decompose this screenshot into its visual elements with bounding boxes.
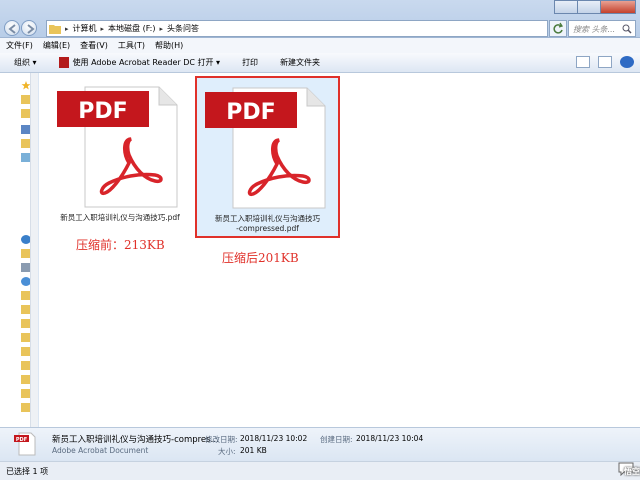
annotation-before: 压缩前：213KB xyxy=(76,238,165,252)
title-bar: ▸ 计算机 ▸ 本地磁盘 (F:) ▸ 头条问答 搜索 头条... xyxy=(0,0,640,38)
forward-button[interactable] xyxy=(21,20,37,36)
size-label: 大小: xyxy=(218,447,236,456)
modified-value: 2018/11/23 10:02 xyxy=(240,434,308,443)
help-icon[interactable] xyxy=(620,56,634,68)
file-list: PDF 新员工入职培训礼仪与沟通技巧.pdf PDF 新员工入职培训礼仪与沟通技… xyxy=(39,73,640,427)
window-controls xyxy=(554,0,636,14)
breadcrumb-computer[interactable]: 计算机 xyxy=(73,23,97,34)
forward-arrow-icon xyxy=(27,24,35,34)
preview-pane-button[interactable] xyxy=(598,56,612,68)
details-file-type: Adobe Acrobat Document xyxy=(52,446,149,455)
refresh-button[interactable] xyxy=(549,20,567,37)
print-button[interactable]: 打印 xyxy=(242,57,258,68)
created-label: 创建日期: xyxy=(320,435,353,444)
organize-button[interactable]: 组织 ▾ xyxy=(14,57,37,68)
watermark-text: 悟空问答 xyxy=(624,467,640,476)
annotation-after: 压缩后201KB xyxy=(222,251,299,265)
details-file-name: 新员工入职培训礼仪与沟通技巧-compres... xyxy=(52,435,219,445)
navigation-scrollbar[interactable] xyxy=(30,73,38,427)
menu-bar: 文件(F) 编辑(E) 查看(V) 工具(T) 帮助(H) xyxy=(0,38,640,53)
selection-count: 已选择 1 项 xyxy=(6,467,49,476)
created-value: 2018/11/23 10:04 xyxy=(356,434,424,443)
new-folder-label: 新建文件夹 xyxy=(280,58,321,67)
chevron-right-icon: ▸ xyxy=(100,24,105,33)
search-input[interactable]: 搜索 头条... xyxy=(568,20,636,37)
back-button[interactable] xyxy=(4,20,20,36)
watermark: 悟空问答 xyxy=(618,462,640,476)
menu-view[interactable]: 查看(V) xyxy=(80,40,108,51)
command-bar: 组织 ▾ 使用 Adobe Acrobat Reader DC 打开 ▾ 打印 … xyxy=(0,53,640,73)
address-bar[interactable]: ▸ 计算机 ▸ 本地磁盘 (F:) ▸ 头条问答 xyxy=(46,20,548,37)
svg-text:PDF: PDF xyxy=(226,100,275,125)
file-item-selected[interactable]: PDF 新员工入职培训礼仪与沟通技巧 -compressed.pdf xyxy=(195,76,340,238)
folder-icon xyxy=(49,24,61,34)
menu-help[interactable]: 帮助(H) xyxy=(155,40,183,51)
svg-text:PDF: PDF xyxy=(78,99,127,124)
pdf-file-icon: PDF xyxy=(57,86,178,208)
print-label: 打印 xyxy=(242,58,259,67)
chevron-right-icon: ▸ xyxy=(159,24,164,33)
status-bar: 已选择 1 项 悟空问答 xyxy=(0,461,640,480)
back-arrow-icon xyxy=(8,24,16,34)
pdf-file-icon: PDF xyxy=(204,87,325,209)
breadcrumb-drive[interactable]: 本地磁盘 (F:) xyxy=(108,23,155,34)
open-with-button[interactable]: 使用 Adobe Acrobat Reader DC 打开 ▾ xyxy=(58,57,221,68)
acrobat-icon xyxy=(58,57,69,68)
file-name: 新员工入职培训礼仪与沟通技巧.pdf xyxy=(60,213,180,222)
minimize-button[interactable] xyxy=(554,0,578,14)
file-name-line2: -compressed.pdf xyxy=(236,224,299,233)
menu-file[interactable]: 文件(F) xyxy=(6,40,33,51)
menu-tools[interactable]: 工具(T) xyxy=(118,40,145,51)
file-item[interactable]: PDF 新员工入职培训礼仪与沟通技巧.pdf xyxy=(55,83,185,233)
organize-label: 组织 ▾ xyxy=(14,58,37,67)
size-value: 201 KB xyxy=(240,446,267,455)
search-placeholder: 搜索 头条... xyxy=(573,25,616,34)
search-icon xyxy=(622,24,632,34)
svg-text:PDF: PDF xyxy=(16,437,27,443)
menu-edit[interactable]: 编辑(E) xyxy=(43,40,70,51)
modified-label: 修改日期: xyxy=(205,435,238,444)
details-pane: PDF 新员工入职培训礼仪与沟通技巧-compres... Adobe Acro… xyxy=(0,427,640,461)
file-name-line1: 新员工入职培训礼仪与沟通技巧 xyxy=(215,214,320,223)
refresh-icon xyxy=(553,22,564,34)
pdf-file-icon: PDF xyxy=(14,432,36,456)
breadcrumb-folder[interactable]: 头条问答 xyxy=(167,23,199,34)
view-options-button[interactable] xyxy=(576,56,590,68)
chevron-right-icon: ▸ xyxy=(65,24,69,33)
open-with-label: 使用 Adobe Acrobat Reader DC 打开 ▾ xyxy=(72,58,221,67)
new-folder-button[interactable]: 新建文件夹 xyxy=(280,57,320,68)
maximize-button[interactable] xyxy=(577,0,601,14)
close-button[interactable] xyxy=(600,0,636,14)
